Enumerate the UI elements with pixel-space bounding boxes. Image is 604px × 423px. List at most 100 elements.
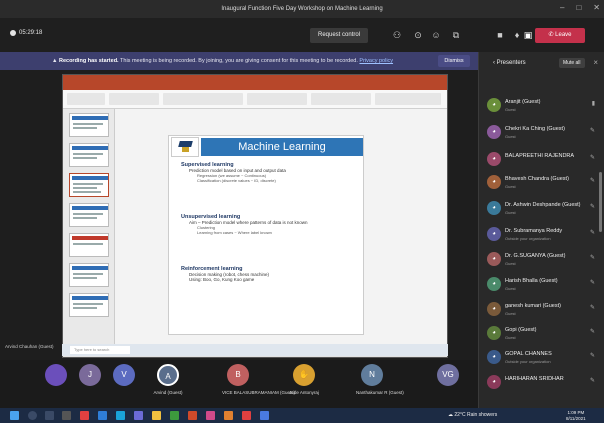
- participant-status: Guest: [505, 286, 516, 291]
- participant-row[interactable]: ◕ Dr. G.SUGANYA (Guest) Guest ✎: [487, 250, 597, 272]
- reactions-icon[interactable]: ☺: [430, 29, 442, 41]
- panel-scrollbar[interactable]: [599, 172, 602, 232]
- powerpoint-icon[interactable]: [188, 411, 197, 420]
- participant-row[interactable]: ◕ Chekri Ka Ching (Guest) Guest ✎: [487, 123, 597, 145]
- participant-status: Outside your organization: [505, 359, 551, 364]
- people-icon[interactable]: ⚇: [391, 29, 403, 41]
- participant-name: ganesh kumari (Guest): [505, 303, 561, 309]
- participant-tile[interactable]: VG: [432, 364, 464, 400]
- shared-taskbar: Type here to search: [62, 344, 448, 356]
- avatar: ◕: [487, 277, 501, 291]
- avatar: J: [79, 364, 101, 386]
- ppt-ribbon-tabs: [63, 83, 447, 90]
- privacy-policy-link[interactable]: Privacy policy: [359, 58, 393, 64]
- app-icon[interactable]: [80, 411, 89, 420]
- slide-title: Machine Learning: [201, 138, 363, 156]
- more-options-icon[interactable]: ⊙: [412, 29, 424, 41]
- close-icon[interactable]: ✕: [593, 3, 600, 12]
- participant-row[interactable]: ◕ Dr. Ashwin Deshpande (Guest) Guest ✎: [487, 199, 597, 221]
- share-icon[interactable]: ⧉: [450, 29, 462, 41]
- mic-off-icon: ✎: [589, 329, 595, 335]
- participant-row[interactable]: ◕ Bhavesh Chandra (Guest) Guest ✎: [487, 173, 597, 195]
- mic-off-icon: ▮: [591, 101, 595, 107]
- mic-off-icon: ✎: [589, 204, 595, 210]
- maximize-icon[interactable]: □: [576, 3, 581, 12]
- participant-row[interactable]: ◕ Aranjit (Guest) Guest ▮: [487, 96, 597, 118]
- participant-tile[interactable]: B VICE BALASUBRAMANIAM (Guest): [222, 364, 295, 400]
- participant-status: Guest: [505, 210, 516, 215]
- window-title-bar: Inaugural Function Five Day Workshop on …: [0, 0, 604, 18]
- banner-label: Recording has started.: [58, 58, 119, 64]
- participant-row[interactable]: ◕ Gopi (Guest) Guest ✎: [487, 324, 597, 346]
- app-icon[interactable]: [260, 411, 269, 420]
- participant-row[interactable]: ◕ Dr. Subramanya Reddy Outside your orga…: [487, 225, 597, 247]
- shared-screen: Machine Learning Supervised learning Pre…: [0, 70, 478, 360]
- ribbon-group: [311, 93, 371, 105]
- participant-tile[interactable]: V: [108, 364, 140, 400]
- folder-icon[interactable]: [152, 411, 161, 420]
- leave-label: Leave: [555, 32, 572, 38]
- participant-row[interactable]: ◕ Harish Bhalla (Guest) Guest ✎: [487, 275, 597, 297]
- weather-widget[interactable]: ☁ 22°C Rain showers: [448, 412, 497, 418]
- recording-icon: [10, 30, 16, 36]
- participant-name: Nanthakumar R (Guest): [356, 390, 404, 395]
- slide-thumbnail[interactable]: [69, 143, 109, 167]
- participant-name: Jude Antonyraj: [289, 390, 319, 395]
- slide-thumbnail[interactable]: [69, 293, 109, 317]
- participant-tile[interactable]: A Arvind (Guest): [152, 364, 184, 400]
- windows-start-icon[interactable]: [10, 411, 19, 420]
- participant-tile[interactable]: J: [74, 364, 106, 400]
- participant-tile[interactable]: [40, 364, 72, 400]
- edge-icon[interactable]: [116, 411, 125, 420]
- participant-row[interactable]: ◕ GOPAL CHANNES Outside your organizatio…: [487, 348, 597, 370]
- participant-strip: J V A Arvind (Guest) B VICE BALASUBRAMAN…: [0, 360, 478, 408]
- ppt-ribbon: [63, 83, 447, 109]
- participant-tile[interactable]: N Nanthakumar R (Guest): [356, 364, 404, 400]
- camera-icon[interactable]: ■: [494, 29, 506, 41]
- avatar: ◕: [487, 350, 501, 364]
- window-controls: – □ ✕: [560, 3, 600, 12]
- participant-name: Gopi (Guest): [505, 327, 537, 333]
- clock-date: 8/11/2021: [566, 415, 586, 421]
- task-view-icon[interactable]: [45, 411, 54, 420]
- request-control-button[interactable]: Request control: [310, 28, 369, 43]
- ribbon-group: [67, 93, 105, 105]
- dismiss-button[interactable]: Dismiss: [438, 55, 470, 67]
- app-icon[interactable]: [224, 411, 233, 420]
- app-icon[interactable]: [98, 411, 107, 420]
- meeting-timer: 05:29:18: [10, 30, 42, 36]
- app-icon[interactable]: [242, 411, 251, 420]
- participant-name: Dr. Ashwin Deshpande (Guest): [505, 202, 581, 208]
- presenter-name-label: Arvind Chauhan (Guest): [5, 344, 54, 349]
- slide-thumbnail[interactable]: [69, 233, 109, 257]
- leave-button[interactable]: ✆ Leave: [535, 28, 585, 43]
- teams-icon[interactable]: [134, 411, 143, 420]
- avatar: ◕: [487, 227, 501, 241]
- participant-name: BALAPREETHI RAJENDRA: [505, 153, 575, 159]
- slide-thumbnails: [63, 109, 115, 349]
- participant-name: Aranjit (Guest): [505, 99, 541, 105]
- share-screen-icon[interactable]: ▣: [522, 29, 534, 41]
- participant-row[interactable]: ◕ ganesh kumari (Guest) Guest ✎: [487, 300, 597, 322]
- slide-thumbnail[interactable]: [69, 173, 109, 197]
- participant-row[interactable]: ◕ BALAPREETHI RAJENDRA ✎: [487, 150, 597, 172]
- excel-icon[interactable]: [170, 411, 179, 420]
- participant-row[interactable]: ◕ HARIHARAN SRIDHAR ✎: [487, 373, 597, 395]
- search-icon[interactable]: [28, 411, 37, 420]
- participant-name: GOPAL CHANNES: [505, 351, 552, 357]
- slide-thumbnail[interactable]: [69, 203, 109, 227]
- taskbar-clock[interactable]: 1:09 PM 8/11/2021: [566, 410, 586, 421]
- windows-taskbar: ☁ 22°C Rain showers 1:09 PM 8/11/2021: [0, 408, 604, 423]
- slide-thumbnail[interactable]: [69, 263, 109, 287]
- mute-all-button[interactable]: Mute all: [559, 58, 585, 68]
- meeting-toolbar: 05:29:18 Request control ⚇ ⊙ ☺ ⧉ ■ ♦ ▣ ✆…: [0, 18, 604, 52]
- minimize-icon[interactable]: –: [560, 3, 564, 12]
- participant-tile[interactable]: ✋ Jude Antonyraj: [288, 364, 320, 400]
- participant-name: Bhavesh Chandra (Guest): [505, 176, 569, 182]
- app-icon[interactable]: [62, 411, 71, 420]
- slide-thumbnail[interactable]: [69, 113, 109, 137]
- app-icon[interactable]: [206, 411, 215, 420]
- participant-status: Guest: [505, 107, 516, 112]
- close-panel-icon[interactable]: ×: [593, 52, 598, 74]
- section-subitem: Classification (discrete values ~ ID, di…: [197, 178, 276, 183]
